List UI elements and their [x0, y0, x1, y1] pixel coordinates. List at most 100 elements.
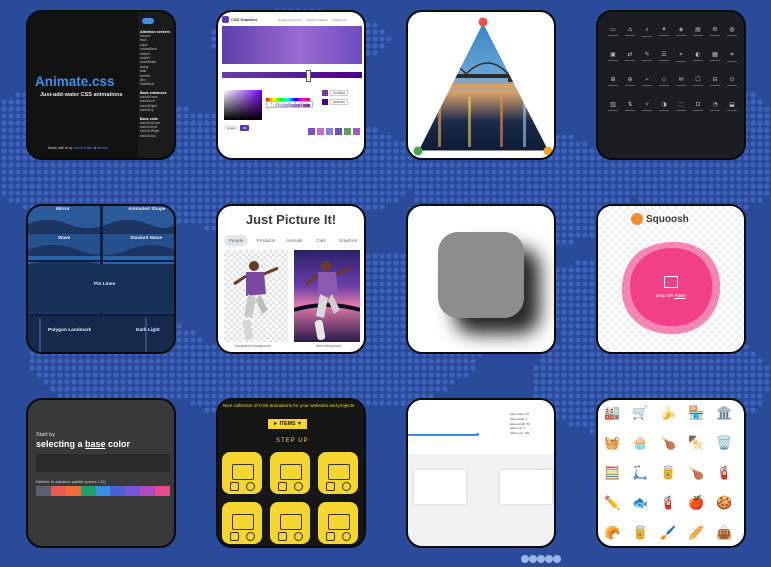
- color-stop-hex[interactable]: #7038A8: [330, 90, 349, 96]
- tab-people[interactable]: People: [224, 235, 248, 246]
- rgba-field[interactable]: R: [266, 101, 277, 108]
- tile-play-icon[interactable]: [278, 482, 287, 491]
- base-color-swatch[interactable]: [125, 486, 141, 496]
- object-icon[interactable]: 🛴: [632, 466, 648, 479]
- gradient-nav-item[interactable]: Gradient Art: [332, 18, 347, 22]
- tab-graphics[interactable]: Graphics: [335, 235, 361, 246]
- object-icon[interactable]: 🐟: [632, 496, 648, 509]
- base-color-swatch[interactable]: [80, 486, 96, 496]
- object-icon[interactable]: 🍗: [660, 436, 676, 449]
- animation-tile[interactable]: [270, 502, 310, 544]
- icon-cell[interactable]: ⇄: [623, 51, 637, 61]
- object-icon[interactable]: 🍎: [688, 496, 704, 509]
- card-css-animation-collection[interactable]: Nice collection of CSS animations for yo…: [216, 398, 366, 548]
- object-icon[interactable]: 🏛️: [716, 406, 732, 419]
- icon-cell[interactable]: ✧: [640, 101, 654, 111]
- object-icon[interactable]: 🍢: [688, 436, 704, 449]
- gradient-nav-item[interactable]: Gradient Generator: [278, 18, 302, 22]
- card-animate-css[interactable]: Animate.css Just-add-water CSS animation…: [26, 10, 176, 160]
- color-stop-swatch[interactable]: [322, 99, 328, 105]
- object-icon[interactable]: 🥫: [632, 526, 648, 539]
- palette-swatch[interactable]: [308, 128, 315, 135]
- palette-swatch[interactable]: [353, 128, 360, 135]
- base-color-swatch[interactable]: [65, 486, 81, 496]
- gradient-bar[interactable]: [222, 72, 362, 78]
- card-squoosh[interactable]: Squoosh Drop OR Paste: [596, 204, 746, 354]
- tab-animals[interactable]: Animals: [282, 235, 306, 246]
- icon-cell[interactable]: ▦: [708, 51, 722, 61]
- card-just-picture-it[interactable]: Just Picture It! People Products Animals…: [216, 204, 366, 354]
- icon-cell[interactable]: ⌂: [623, 26, 637, 36]
- animation-tile[interactable]: [222, 452, 262, 494]
- object-icon[interactable]: 🥖: [688, 526, 704, 539]
- icon-cell[interactable]: ◇: [657, 76, 671, 86]
- icon-cell[interactable]: ⌕: [640, 26, 654, 37]
- color-stop-swatch[interactable]: [322, 90, 328, 96]
- icon-cell[interactable]: ⊟: [708, 76, 722, 86]
- color-input[interactable]: [36, 454, 170, 472]
- animation-item[interactable]: backOutUp: [138, 134, 174, 138]
- object-icon[interactable]: 🖌️: [660, 526, 676, 539]
- palette-swatch[interactable]: [326, 128, 333, 135]
- rgba-field[interactable]: B: [290, 101, 301, 108]
- object-icon[interactable]: 🗑️: [716, 436, 732, 449]
- tile-play-icon[interactable]: [230, 532, 239, 541]
- tab-cars[interactable]: Cars: [310, 235, 332, 246]
- card-slider-demo[interactable]: slider-value: 10 slider-width: 1 slider-le…: [406, 398, 556, 548]
- animation-tile[interactable]: [318, 502, 358, 544]
- gradient-stop-handle[interactable]: [306, 70, 311, 82]
- icon-cell[interactable]: ☐: [691, 76, 705, 86]
- animation-tile[interactable]: [222, 502, 262, 544]
- object-icon[interactable]: 🧯: [660, 496, 676, 509]
- items-dropdown[interactable]: ► ITEMS ▼: [268, 419, 308, 429]
- animation-item[interactable]: heartBeat: [138, 82, 174, 86]
- tab-products[interactable]: Products: [254, 235, 278, 246]
- object-icon[interactable]: 👜: [716, 526, 732, 539]
- tile-play-icon[interactable]: [326, 482, 335, 491]
- object-icon[interactable]: 🧁: [632, 436, 648, 449]
- icon-cell[interactable]: ▭: [606, 26, 620, 36]
- base-color-swatch[interactable]: [140, 486, 156, 496]
- icon-cell[interactable]: ✦: [657, 26, 671, 36]
- vertex-handle-right[interactable]: [543, 146, 553, 156]
- vertex-handle-top[interactable]: [478, 17, 488, 27]
- gradient-nav[interactable]: Gradient Generator Gradient Palettes Gradi…: [278, 18, 351, 22]
- icon-cell[interactable]: ⊡: [691, 101, 705, 111]
- tile-copy-icon[interactable]: [294, 482, 303, 491]
- palette-swatch[interactable]: [335, 128, 342, 135]
- object-icon[interactable]: 🍌: [660, 406, 676, 419]
- base-color-swatch[interactable]: [155, 486, 171, 496]
- base-color-swatch[interactable]: [36, 486, 51, 496]
- vertex-handle-left[interactable]: [413, 146, 423, 156]
- icon-cell[interactable]: ⚙: [708, 26, 722, 36]
- animation-tile-grid[interactable]: [218, 452, 364, 546]
- theme-toggle[interactable]: [142, 18, 154, 24]
- icon-cell[interactable]: ✉: [674, 76, 688, 86]
- tile-copy-icon[interactable]: [246, 532, 255, 541]
- object-icon[interactable]: 🥐: [604, 526, 620, 539]
- icon-cell[interactable]: ▣: [606, 51, 620, 61]
- card-object-icons[interactable]: 🏭 🛒 🍌 🏪 🏛️ 🧺 🧁 🍗 🍢 🗑️ 🧮 🛴 🥫 🍗 🧯 ✏️ 🐟 🧯 🍎 🍪 🥐 🥫 🖌️ 🥖 👜: [596, 398, 746, 548]
- tile-play-icon[interactable]: [230, 482, 239, 491]
- object-icon[interactable]: 🧮: [604, 466, 620, 479]
- tile-copy-icon[interactable]: [294, 532, 303, 541]
- color-swatch-row[interactable]: [36, 486, 171, 496]
- palette-swatch[interactable]: [317, 128, 324, 135]
- angle-input[interactable]: 90: [240, 125, 250, 131]
- icon-cell[interactable]: ◔: [708, 101, 722, 111]
- mode-select[interactable]: Linear: [224, 125, 239, 131]
- icon-cell[interactable]: ⬚: [674, 101, 688, 111]
- tile-copy-icon[interactable]: [246, 482, 255, 491]
- icon-cell[interactable]: ⌖: [674, 51, 688, 62]
- color-picker-area[interactable]: [224, 90, 262, 120]
- icon-cell[interactable]: ⌗: [725, 51, 739, 62]
- icon-cell[interactable]: ⇅: [623, 101, 637, 111]
- rgba-fields[interactable]: RGBA: [266, 91, 314, 109]
- object-icon[interactable]: ✏️: [604, 496, 620, 509]
- drop-or-paste[interactable]: Drop OR Paste: [656, 293, 686, 298]
- palette-swatch[interactable]: [344, 128, 351, 135]
- object-icon[interactable]: 🧺: [604, 436, 620, 449]
- object-icon[interactable]: 🛒: [632, 406, 648, 419]
- icon-cell[interactable]: ⊕: [623, 76, 637, 86]
- card-css-gradient[interactable]: CSS Gradient Gradient Generator Gradient …: [216, 10, 366, 160]
